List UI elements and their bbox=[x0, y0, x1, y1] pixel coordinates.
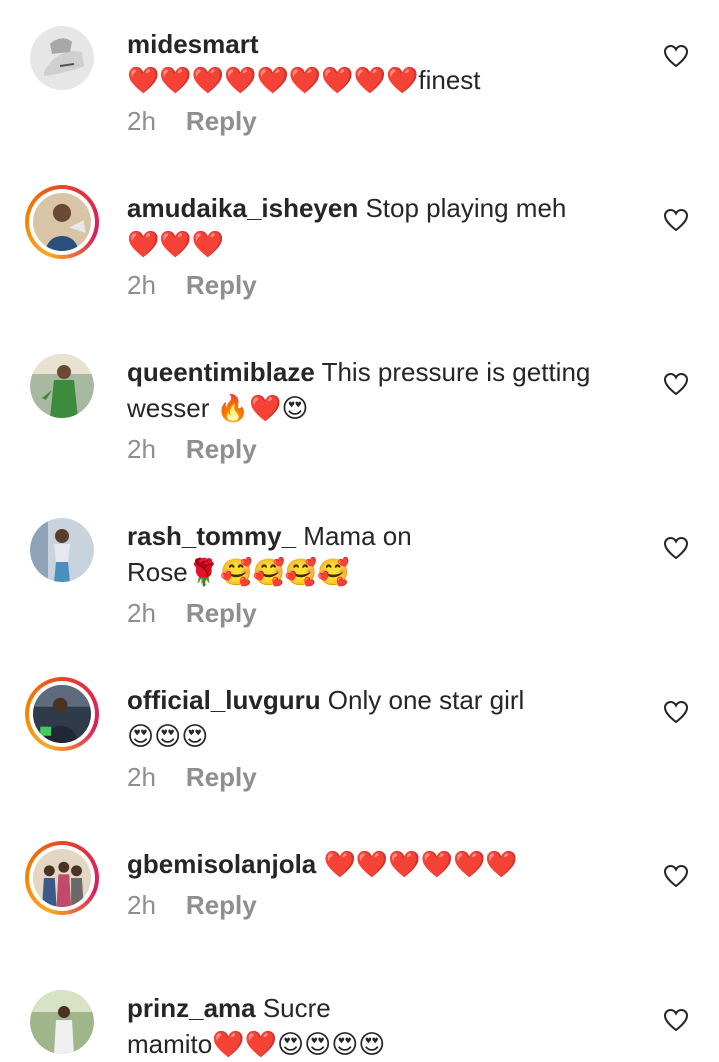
heart-outline-icon[interactable] bbox=[663, 700, 689, 724]
avatar[interactable] bbox=[30, 518, 94, 582]
heart-outline-icon[interactable] bbox=[663, 208, 689, 232]
comment-time: 2h bbox=[127, 270, 156, 300]
comment-username[interactable]: rash_tommy_ bbox=[127, 521, 296, 551]
comment-text: Mama on bbox=[296, 521, 412, 551]
comment-time: 2h bbox=[127, 598, 156, 628]
story-ring bbox=[29, 845, 95, 911]
comment-username[interactable]: prinz_ama bbox=[127, 993, 256, 1023]
comment-item: midesmart ❤️❤️❤️❤️❤️❤️❤️❤️❤️finest 2h Re… bbox=[0, 26, 719, 176]
comment-username[interactable]: official_luvguru bbox=[127, 685, 321, 715]
reply-button[interactable]: Reply bbox=[186, 106, 257, 137]
comment-time: 2h bbox=[127, 106, 156, 136]
avatar[interactable] bbox=[30, 26, 94, 90]
avatar[interactable] bbox=[25, 185, 99, 259]
comment-item: gbemisolanjola ❤️❤️❤️❤️❤️❤️ 2h Reply bbox=[0, 841, 719, 996]
avatar[interactable] bbox=[30, 354, 94, 418]
reply-button[interactable]: Reply bbox=[186, 890, 257, 921]
comment-username[interactable]: gbemisolanjola bbox=[127, 849, 316, 879]
avatar-photo bbox=[33, 193, 91, 251]
avatar[interactable] bbox=[25, 841, 99, 915]
comment-text: Sucre bbox=[255, 993, 331, 1023]
reply-button[interactable]: Reply bbox=[186, 270, 257, 301]
comment-text-cont: Rose🌹🥰🥰🥰🥰 bbox=[127, 557, 350, 587]
reply-button[interactable]: Reply bbox=[186, 598, 257, 629]
avatar-photo bbox=[30, 26, 94, 90]
comment-text: This pressure is getting bbox=[314, 357, 591, 387]
story-ring bbox=[29, 681, 95, 747]
heart-outline-icon[interactable] bbox=[663, 864, 689, 888]
heart-outline-icon[interactable] bbox=[663, 536, 689, 560]
avatar[interactable] bbox=[25, 677, 99, 751]
heart-outline-icon[interactable] bbox=[663, 44, 689, 68]
heart-outline-icon[interactable] bbox=[663, 1008, 689, 1032]
avatar-photo bbox=[30, 518, 94, 582]
comment-text-cont: ❤️❤️❤️ bbox=[127, 229, 225, 259]
comment-username[interactable]: midesmart bbox=[127, 29, 259, 59]
comment-text: Stop playing meh bbox=[358, 193, 567, 223]
comment-time: 2h bbox=[127, 434, 156, 464]
comment-time: 2h bbox=[127, 890, 156, 920]
comment-username[interactable]: amudaika_isheyen bbox=[127, 193, 358, 223]
comment-text-cont: ❤️❤️❤️❤️❤️❤️❤️❤️❤️finest bbox=[127, 65, 481, 95]
comment-item: amudaika_isheyen Stop playing meh ❤️❤️❤️… bbox=[0, 185, 719, 340]
comment-text: ❤️❤️❤️❤️❤️❤️ bbox=[316, 849, 518, 879]
comment-item: official_luvguru Only one star girl 😍😍😍 … bbox=[0, 677, 719, 832]
avatar-photo bbox=[33, 685, 91, 743]
reply-button[interactable]: Reply bbox=[186, 762, 257, 793]
comment-text-cont: 😍😍😍 bbox=[127, 721, 209, 751]
comment-item: rash_tommy_ Mama on Rose🌹🥰🥰🥰🥰 2h Reply bbox=[0, 518, 719, 668]
avatar-photo bbox=[30, 990, 94, 1054]
comment-item: queentimiblaze This pressure is getting … bbox=[0, 354, 719, 504]
avatar-photo bbox=[30, 354, 94, 418]
comment-text-cont: wesser 🔥❤️😍 bbox=[127, 393, 309, 423]
comment-text-cont: mamito❤️❤️😍😍😍😍 bbox=[127, 1029, 386, 1059]
heart-outline-icon[interactable] bbox=[663, 372, 689, 396]
story-ring bbox=[29, 189, 95, 255]
avatar[interactable] bbox=[30, 990, 94, 1054]
comment-item: prinz_ama Sucre mamito❤️❤️😍😍😍😍 bbox=[0, 990, 719, 1062]
avatar-photo bbox=[33, 849, 91, 907]
comment-username[interactable]: queentimiblaze bbox=[127, 357, 315, 387]
comment-time: 2h bbox=[127, 762, 156, 792]
comment-text: Only one star girl bbox=[320, 685, 525, 715]
reply-button[interactable]: Reply bbox=[186, 434, 257, 465]
